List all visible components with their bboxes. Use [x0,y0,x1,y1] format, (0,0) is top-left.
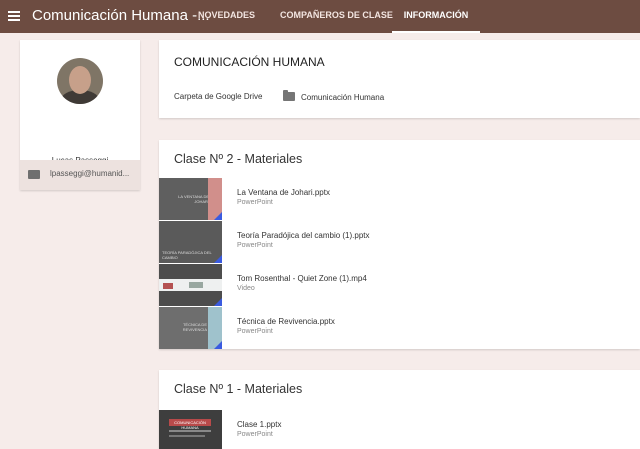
material-name: Técnica de Revivencia.pptx [237,317,335,326]
material-name: Clase 1.pptx [237,420,282,429]
material-type: PowerPoint [237,242,273,249]
material-thumbnail: Comunicación Humana [159,410,222,449]
hamburger-menu-icon[interactable] [8,11,20,21]
teacher-email-link[interactable]: lpasseggi@humanid... [20,160,140,190]
material-thumbnail: Teoría Paradójica del Cambio [159,221,222,263]
tab-companeros[interactable]: Compañeros de clase [280,0,393,33]
tab-informacion-label: Información [403,10,469,20]
thumb-caption: Técnica de Revivencia [182,322,207,332]
mail-icon [28,170,40,179]
material-name: La Ventana de Johari.pptx [237,188,330,197]
material-item[interactable]: Técnica de Revivencia Técnica de Reviven… [159,307,640,349]
teacher-avatar [57,58,103,104]
material-item[interactable]: La Ventana de Johari La Ventana de Johar… [159,178,640,220]
tab-novedades[interactable]: Novedades [198,0,255,33]
tab-informacion[interactable]: Información [392,0,480,33]
drive-folder-label: Carpeta de Google Drive [174,92,263,101]
material-item[interactable]: Teoría Paradójica del Cambio Teoría Para… [159,221,640,263]
class-info-card: Comunicación Humana Carpeta de Google Dr… [159,40,640,118]
folder-icon [283,90,295,101]
material-thumbnail: Técnica de Revivencia [159,307,222,349]
material-type: PowerPoint [237,431,273,438]
material-item[interactable]: Tom Rosenthal - Quiet Zone (1).mp4 Video [159,264,640,306]
material-type: Video [237,285,255,292]
info-title: Comunicación Humana [174,55,325,69]
material-thumbnail [159,264,222,306]
material-name: Teoría Paradójica del cambio (1).pptx [237,231,370,240]
active-tab-indicator [392,31,480,33]
materials-card-clase-2: Clase Nº 2 - Materiales La Ventana de Jo… [159,140,640,349]
thumb-caption: Comunicación Humana [174,420,206,430]
top-app-bar: Comunicación Humana -... Novedades Compa… [0,0,640,33]
material-type: PowerPoint [237,328,273,335]
class-title[interactable]: Comunicación Humana -... [32,7,210,24]
section-title: Clase Nº 2 - Materiales [174,152,303,166]
section-title: Clase Nº 1 - Materiales [174,382,303,396]
material-thumbnail: La Ventana de Johari [159,178,222,220]
teacher-email: lpasseggi@humanid... [50,169,130,178]
drive-folder-link[interactable]: Comunicación Humana [301,93,384,102]
material-name: Tom Rosenthal - Quiet Zone (1).mp4 [237,274,367,283]
material-type: PowerPoint [237,199,273,206]
material-item[interactable]: Comunicación Humana Clase 1.pptx PowerPo… [159,410,640,449]
materials-card-clase-1: Clase Nº 1 - Materiales Comunicación Hum… [159,370,640,449]
thumb-caption: La Ventana de Johari [178,194,209,204]
thumb-caption: Teoría Paradójica del Cambio [162,250,212,260]
